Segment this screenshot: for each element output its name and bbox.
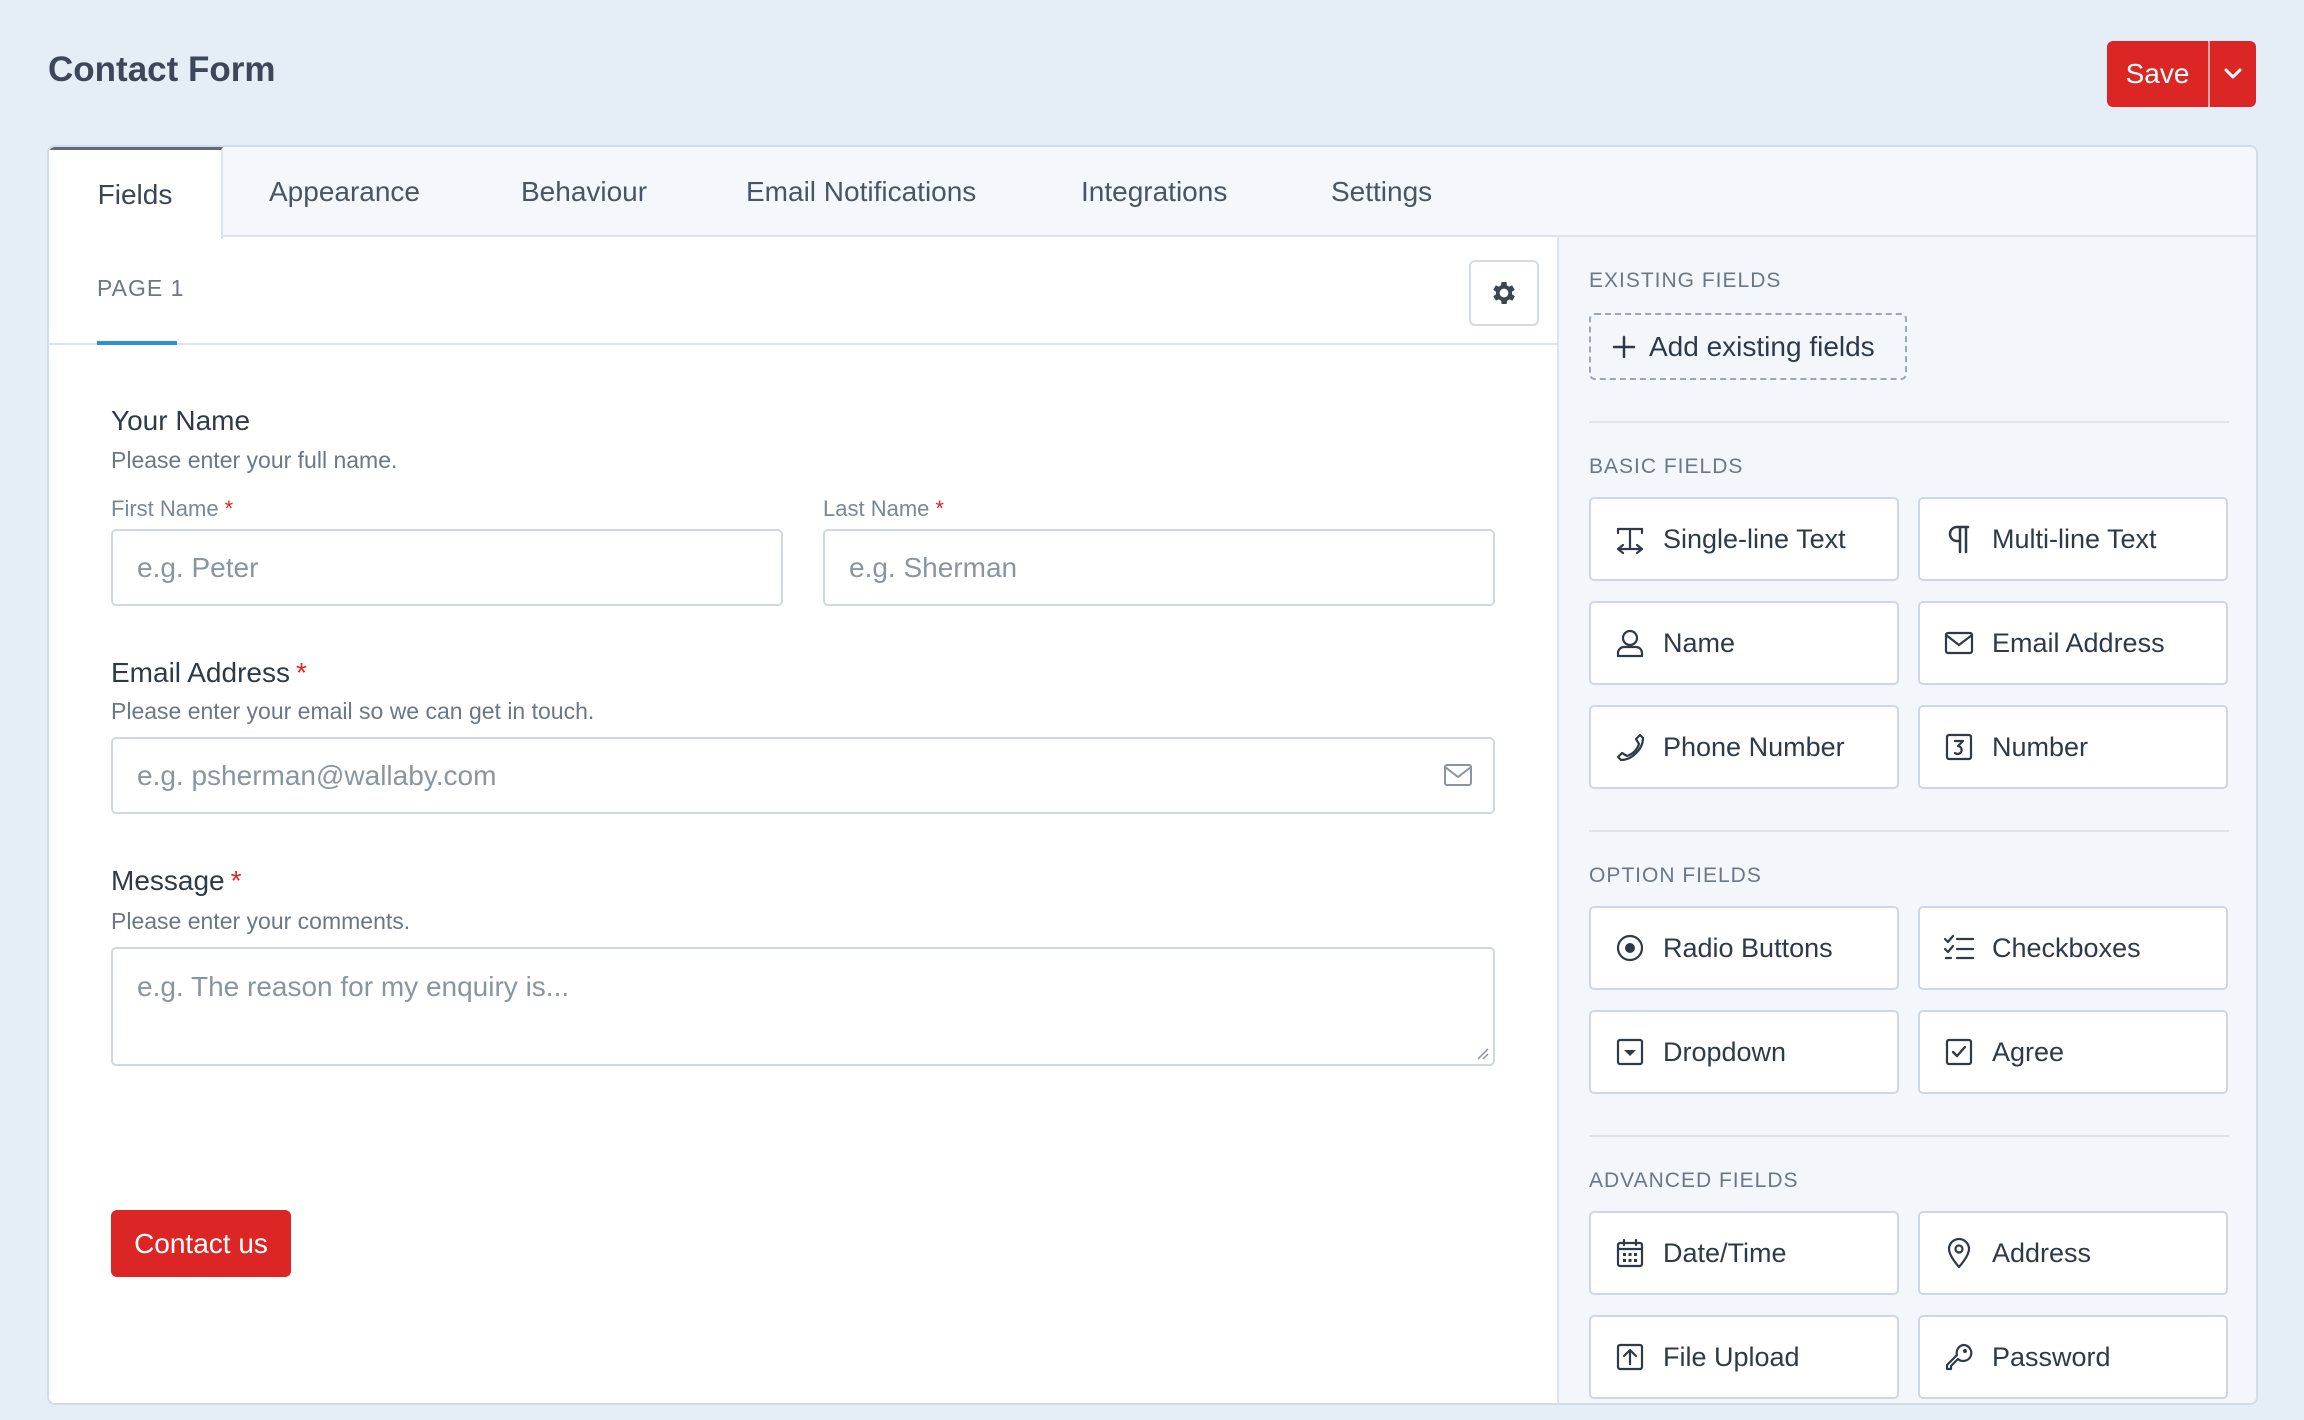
- message-textarea[interactable]: e.g. The reason for my enquiry is...: [111, 947, 1495, 1066]
- option-fields-label: OPTION FIELDS: [1589, 864, 1762, 887]
- save-button-group: Save: [2107, 41, 2256, 107]
- name-field-button[interactable]: Name: [1589, 601, 1899, 685]
- page-tab-1[interactable]: PAGE 1: [97, 275, 184, 302]
- number-icon: [1942, 730, 1976, 764]
- name-field-title: Your Name: [111, 405, 251, 436]
- text-cursor-icon: [1613, 522, 1647, 556]
- mail-icon: [1942, 626, 1976, 660]
- name-field-description: Please enter your full name.: [111, 447, 398, 473]
- number-field-button[interactable]: Number: [1918, 705, 2228, 789]
- required-mark: *: [224, 496, 234, 521]
- field-button-label: Multi-line Text: [1992, 523, 2157, 554]
- tab-bar: Fields Appearance Behaviour Email Notifi…: [49, 147, 2256, 239]
- message-field-description: Please enter your comments.: [111, 908, 411, 934]
- form-canvas: PAGE 1 Your Name Please enter your full …: [49, 237, 1557, 1403]
- message-textarea-placeholder: e.g. The reason for my enquiry is...: [137, 971, 570, 1002]
- field-button-label: Single-line Text: [1663, 523, 1846, 554]
- form-editor-card: Fields Appearance Behaviour Email Notifi…: [47, 145, 2258, 1405]
- upload-icon: [1613, 1340, 1647, 1374]
- field-button-label: Phone Number: [1663, 731, 1845, 762]
- map-pin-icon: [1942, 1236, 1976, 1270]
- tab-email-notifications[interactable]: Email Notifications: [746, 147, 976, 237]
- password-field-button[interactable]: Password: [1918, 1315, 2228, 1399]
- checkboxes-field-button[interactable]: Checkboxes: [1918, 906, 2228, 990]
- divider: [1589, 421, 2229, 423]
- save-button[interactable]: Save: [2107, 41, 2208, 107]
- page-title: Contact Form: [48, 50, 276, 89]
- field-button-label: Password: [1992, 1341, 2111, 1372]
- multi-line-text-field-button[interactable]: Multi-line Text: [1918, 497, 2228, 581]
- required-mark: *: [230, 865, 242, 896]
- agree-field-button[interactable]: Agree: [1918, 1010, 2228, 1094]
- field-button-label: File Upload: [1663, 1341, 1800, 1372]
- last-name-label: Last Name *: [823, 496, 944, 521]
- plus-icon: [1612, 335, 1636, 358]
- paragraph-icon: [1942, 522, 1976, 556]
- first-name-label: First Name *: [111, 496, 234, 521]
- required-mark: *: [295, 657, 307, 688]
- email-input[interactable]: e.g. psherman@wallaby.com: [111, 737, 1495, 814]
- advanced-fields-label: ADVANCED FIELDS: [1589, 1169, 1799, 1192]
- field-palette-sidebar: EXISTING FIELDS Add existing fields BASI…: [1557, 237, 2256, 1403]
- page-tab-underline: [97, 341, 177, 345]
- basic-fields-label: BASIC FIELDS: [1589, 455, 1744, 478]
- chevron-down-icon: [2224, 68, 2242, 79]
- email-field-title: Email Address *: [111, 657, 307, 688]
- required-mark: *: [935, 496, 944, 521]
- field-button-label: Checkboxes: [1992, 932, 2141, 963]
- contact-us-button[interactable]: Contact us: [111, 1210, 291, 1277]
- existing-fields-label: EXISTING FIELDS: [1589, 269, 1782, 292]
- dropdown-icon: [1613, 1035, 1647, 1069]
- email-address-field-button[interactable]: Email Address: [1918, 601, 2228, 685]
- calendar-icon: [1613, 1236, 1647, 1270]
- field-button-label: Email Address: [1992, 627, 2165, 658]
- single-line-text-field-button[interactable]: Single-line Text: [1589, 497, 1899, 581]
- message-field-title: Message *: [111, 865, 242, 896]
- last-name-input[interactable]: e.g. Sherman: [823, 529, 1495, 606]
- divider: [1589, 830, 2229, 832]
- email-field-description: Please enter your email so we can get in…: [111, 698, 595, 724]
- tab-behaviour[interactable]: Behaviour: [521, 147, 647, 237]
- field-button-label: Radio Buttons: [1663, 932, 1833, 963]
- header: Contact Form Save: [0, 0, 2304, 147]
- file-upload-field-button[interactable]: File Upload: [1589, 1315, 1899, 1399]
- tab-appearance[interactable]: Appearance: [269, 147, 420, 237]
- dropdown-field-button[interactable]: Dropdown: [1589, 1010, 1899, 1094]
- gear-icon: [1493, 282, 1515, 304]
- phone-icon: [1613, 730, 1647, 764]
- add-existing-fields-button[interactable]: Add existing fields: [1589, 313, 1907, 380]
- mail-icon: [1444, 764, 1472, 786]
- tab-settings[interactable]: Settings: [1331, 147, 1432, 237]
- field-button-label: Dropdown: [1663, 1036, 1787, 1067]
- tab-integrations[interactable]: Integrations: [1081, 147, 1227, 237]
- save-dropdown-button[interactable]: [2208, 41, 2256, 107]
- field-button-label: Number: [1992, 731, 2089, 762]
- field-button-label: Name: [1663, 627, 1736, 658]
- checklist-icon: [1942, 931, 1976, 965]
- add-existing-fields-label: Add existing fields: [1649, 330, 1875, 362]
- user-icon: [1613, 626, 1647, 660]
- page-tabs: PAGE 1: [49, 237, 1557, 345]
- address-field-button[interactable]: Address: [1918, 1211, 2228, 1295]
- field-button-label: Date/Time: [1663, 1237, 1787, 1268]
- checkbox-checked-icon: [1942, 1035, 1976, 1069]
- radio-icon: [1613, 931, 1647, 965]
- page-settings-button[interactable]: [1469, 260, 1539, 326]
- divider: [1589, 1135, 2229, 1137]
- tab-fields[interactable]: Fields: [49, 147, 223, 239]
- field-button-label: Agree: [1992, 1036, 2065, 1067]
- field-button-label: Address: [1992, 1237, 2092, 1268]
- first-name-input[interactable]: e.g. Peter: [111, 529, 783, 606]
- resize-handle-icon[interactable]: [1473, 1044, 1489, 1060]
- radio-buttons-field-button[interactable]: Radio Buttons: [1589, 906, 1899, 990]
- key-icon: [1942, 1340, 1976, 1374]
- date-time-field-button[interactable]: Date/Time: [1589, 1211, 1899, 1295]
- email-input-placeholder: e.g. psherman@wallaby.com: [137, 759, 497, 791]
- phone-number-field-button[interactable]: Phone Number: [1589, 705, 1899, 789]
